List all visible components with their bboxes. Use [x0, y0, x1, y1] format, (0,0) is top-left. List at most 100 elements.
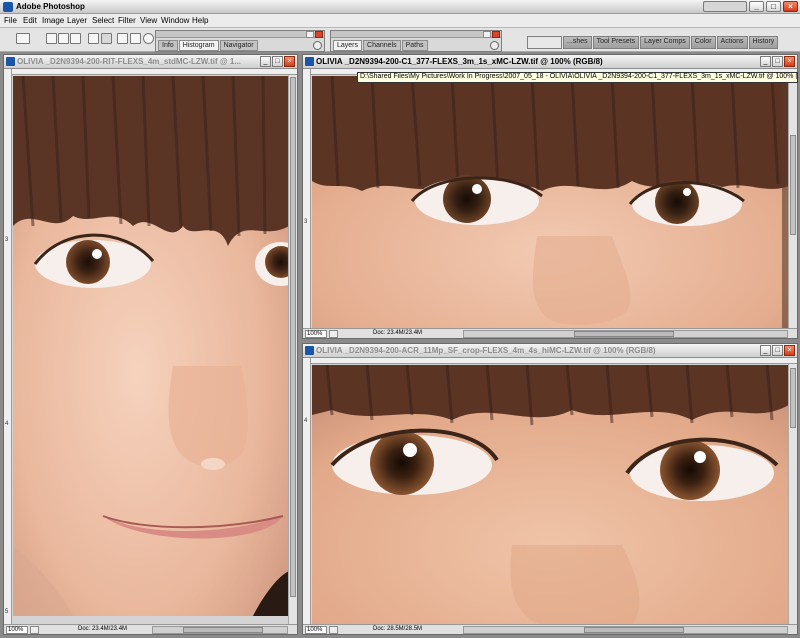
maximize-button[interactable]: □	[766, 1, 781, 12]
window-title: OLIVIA _D2N9394-200-RIT-FLEXS_4m_stdMC-L…	[17, 57, 241, 66]
window-maximize-button[interactable]: □	[272, 56, 283, 67]
document-size: Doc: 23.4M/23.4M	[373, 330, 423, 336]
ruler-mark: 4	[5, 421, 9, 427]
tab-paths[interactable]: Paths	[401, 40, 428, 51]
add-selection-icon[interactable]	[58, 33, 69, 44]
menu-layer[interactable]: Layer	[67, 16, 87, 25]
palette-menu-icon[interactable]	[490, 41, 499, 50]
file-path-tooltip: D:\Shared Files\My Pictures\Work In Prog…	[357, 72, 798, 83]
menu-image[interactable]: Image	[42, 16, 64, 25]
ruler-mark: 5	[5, 609, 9, 615]
document-info-icon[interactable]	[329, 626, 338, 634]
tab-layers[interactable]: Layers	[333, 40, 363, 51]
scrollbar-thumb[interactable]	[584, 627, 684, 633]
app-title: Adobe Photoshop	[16, 2, 85, 11]
status-bar: 100% Doc: 28.5M/28.5M	[303, 624, 797, 634]
horizontal-scrollbar[interactable]	[463, 330, 788, 338]
image-canvas[interactable]	[13, 76, 289, 616]
window-minimize-button[interactable]: _	[760, 345, 771, 356]
ruler-mark: 3	[5, 237, 9, 243]
scrollbar-thumb[interactable]	[290, 77, 296, 597]
document-window-1[interactable]: OLIVIA _D2N9394-200-RIT-FLEXS_4m_stdMC-L…	[3, 54, 298, 635]
brushes-preview[interactable]	[527, 36, 562, 49]
window-titlebar[interactable]: OLIVIA _D2N9394-200-C1_377-FLEXS_3m_1s_x…	[303, 55, 797, 69]
tool-preset-picker[interactable]	[16, 33, 30, 44]
tab-info[interactable]: Info	[158, 40, 178, 51]
palette-well-tab-color[interactable]: Color	[690, 36, 716, 49]
window-minimize-button[interactable]: _	[760, 56, 771, 67]
scrollbar-thumb[interactable]	[574, 331, 674, 337]
menu-edit[interactable]: Edit	[23, 16, 37, 25]
horizontal-ruler	[311, 358, 797, 364]
window-minimize-button[interactable]: _	[260, 56, 271, 67]
image-canvas[interactable]	[312, 76, 789, 328]
subtract-selection-icon[interactable]	[70, 33, 81, 44]
window-close-button[interactable]: ×	[284, 56, 295, 67]
tab-navigator[interactable]: Navigator	[219, 40, 258, 51]
palette-well-tab-brushes[interactable]: ...shes	[563, 36, 592, 49]
window-title: OLIVIA _D2N9394-200-ACR_11Mp_SF_crop-FLE…	[316, 346, 656, 355]
vertical-ruler: 3 4 5	[4, 69, 12, 624]
window-titlebar[interactable]: OLIVIA _D2N9394-200-RIT-FLEXS_4m_stdMC-L…	[4, 55, 297, 69]
image-canvas[interactable]	[312, 365, 789, 625]
child-eyes-crop-image	[312, 365, 789, 625]
palette-close-button[interactable]	[492, 31, 500, 38]
menu-file[interactable]: File	[4, 16, 17, 25]
document-info-icon[interactable]	[30, 626, 39, 634]
freeform-pen-icon[interactable]	[101, 33, 112, 44]
layers-palette: Layers Channels Paths	[330, 30, 502, 52]
window-titlebar[interactable]: OLIVIA _D2N9394-200-ACR_11Mp_SF_crop-FLE…	[303, 344, 797, 358]
zoom-level-field[interactable]: 100%	[6, 626, 28, 634]
palette-well-tab-tool-presets[interactable]: Tool Presets	[592, 36, 640, 49]
scrollbar-thumb[interactable]	[183, 627, 263, 633]
menu-filter[interactable]: Filter	[118, 16, 136, 25]
vertical-scrollbar[interactable]	[288, 75, 297, 624]
ruler-mark: 4	[304, 418, 308, 424]
pen-icon[interactable]	[88, 33, 99, 44]
palette-well-tab-history[interactable]: History	[748, 36, 779, 49]
new-selection-icon[interactable]	[46, 33, 57, 44]
child-eyes-closeup-image	[312, 76, 789, 328]
vertical-scrollbar[interactable]	[788, 364, 797, 624]
menu-help[interactable]: Help	[192, 16, 208, 25]
horizontal-scrollbar[interactable]	[463, 626, 788, 634]
rectangle-shape-icon[interactable]	[117, 33, 128, 44]
palette-minimize-button[interactable]	[483, 31, 491, 38]
menu-view[interactable]: View	[140, 16, 157, 25]
menu-select[interactable]: Select	[92, 16, 114, 25]
scrollbar-thumb[interactable]	[790, 135, 796, 235]
close-button[interactable]: ×	[783, 1, 798, 12]
palette-minimize-button[interactable]	[306, 31, 314, 38]
photoshop-app-icon	[3, 2, 13, 12]
vertical-scrollbar[interactable]	[788, 75, 797, 328]
window-maximize-button[interactable]: □	[772, 345, 783, 356]
vertical-ruler: 3	[303, 69, 311, 328]
horizontal-scrollbar[interactable]	[152, 626, 288, 634]
window-title: OLIVIA _D2N9394-200-C1_377-FLEXS_3m_1s_x…	[316, 57, 603, 66]
tab-channels[interactable]: Channels	[363, 40, 401, 51]
document-size: Doc: 28.5M/28.5M	[373, 626, 423, 632]
window-maximize-button[interactable]: □	[772, 56, 783, 67]
minimize-button[interactable]: _	[749, 1, 764, 12]
palette-well-tab-actions[interactable]: Actions	[716, 36, 748, 49]
window-close-button[interactable]: ×	[784, 56, 795, 67]
window-close-button[interactable]: ×	[784, 345, 795, 356]
document-window-3[interactable]: OLIVIA _D2N9394-200-ACR_11Mp_SF_crop-FLE…	[302, 343, 798, 635]
document-window-2[interactable]: OLIVIA _D2N9394-200-C1_377-FLEXS_3m_1s_x…	[302, 54, 798, 339]
zoom-level-field[interactable]: 100%	[305, 626, 327, 634]
palette-close-button[interactable]	[315, 31, 323, 38]
palette-well: ...shes Tool Presets Layer Comps Color A…	[527, 36, 800, 50]
scrollbar-thumb[interactable]	[790, 368, 796, 428]
ellipse-shape-icon[interactable]	[143, 33, 154, 44]
vertical-ruler: 4	[303, 358, 311, 624]
toolbox-toggle-button[interactable]	[703, 1, 747, 12]
palette-well-tab-layer-comps[interactable]: Layer Comps	[640, 36, 690, 49]
document-info-icon[interactable]	[329, 330, 338, 338]
rounded-rectangle-shape-icon[interactable]	[130, 33, 141, 44]
menu-window[interactable]: Window	[161, 16, 189, 25]
tab-histogram[interactable]: Histogram	[178, 40, 219, 51]
menu-bar: File Edit Image Layer Select Filter View…	[0, 14, 800, 28]
palette-menu-icon[interactable]	[313, 41, 322, 50]
zoom-level-field[interactable]: 100%	[305, 330, 327, 338]
info-palette: Info Histogram Navigator	[155, 30, 325, 52]
